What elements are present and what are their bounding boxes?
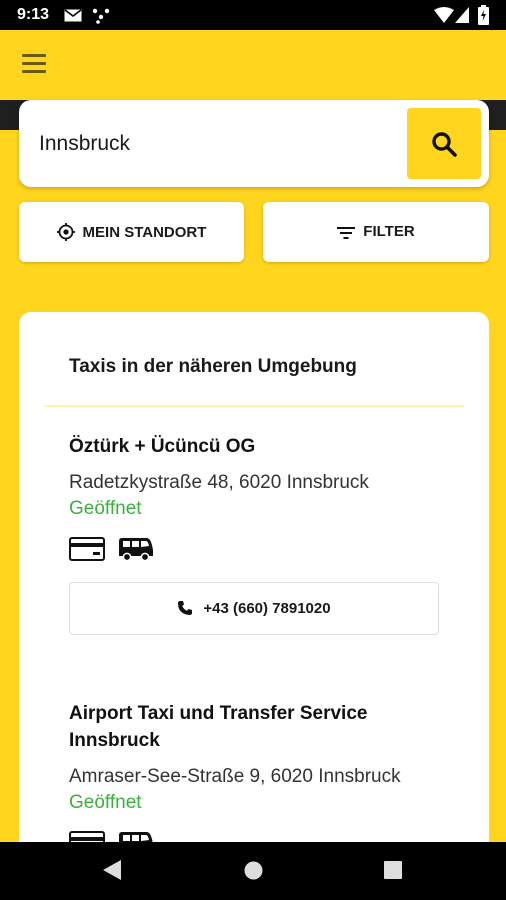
opening-status: Geöffnet (69, 792, 142, 813)
recents-icon[interactable] (384, 861, 402, 879)
results-card: Taxis in der näheren Umgebung Öztürk + Ü… (19, 312, 489, 872)
my-location-button[interactable]: MEIN STANDORT (19, 202, 244, 262)
search-card (19, 100, 489, 187)
back-icon[interactable] (102, 859, 122, 881)
location-target-icon (56, 223, 75, 241)
taxi-name: Airport Taxi und Transfer Service Innsbr… (69, 703, 368, 751)
van-icon (119, 538, 154, 562)
taxi-address: Amraser-See-Straße 9, 6020 Innsbruck (69, 766, 401, 787)
credit-card-icon (69, 537, 105, 561)
list-item[interactable]: Airport Taxi und Transfer Service Innsbr… (69, 700, 441, 856)
filter-icon (337, 227, 356, 239)
feature-icons (69, 536, 441, 562)
list-item[interactable]: Öztürk + Ücüncü OG Radetzkystraße 48, 60… (69, 433, 441, 635)
my-location-label: MEIN STANDORT (82, 224, 207, 241)
phone-number: +43 (660) 7891020 (203, 600, 331, 617)
search-icon (432, 132, 457, 157)
phone-icon (178, 601, 193, 615)
search-button[interactable] (407, 108, 481, 179)
filter-button[interactable]: FILTER (263, 202, 489, 262)
taxi-name: Öztürk + Ücüncü OG (69, 436, 256, 457)
battery-icon (478, 5, 489, 25)
status-time: 9:13 (17, 6, 50, 23)
app-bar (0, 30, 506, 100)
app-notification-icon (92, 8, 110, 24)
opening-status: Geöffnet (69, 498, 142, 519)
signal-icon (455, 7, 469, 23)
menu-icon-line (22, 62, 46, 65)
filter-label: FILTER (363, 223, 415, 240)
menu-icon-line (22, 70, 46, 73)
menu-icon (22, 54, 46, 57)
home-icon[interactable] (244, 861, 263, 880)
results-title: Taxis in der näheren Umgebung (69, 356, 357, 377)
divider (44, 405, 464, 407)
call-button[interactable]: +43 (660) 7891020 (69, 582, 439, 635)
mail-icon (64, 9, 82, 22)
taxi-address: Radetzkystraße 48, 6020 Innsbruck (69, 472, 369, 493)
wifi-icon (434, 7, 454, 23)
menu-button[interactable] (22, 54, 48, 74)
search-input[interactable] (39, 122, 399, 166)
system-nav-bar (0, 842, 506, 900)
status-bar: 9:13 (0, 0, 506, 30)
